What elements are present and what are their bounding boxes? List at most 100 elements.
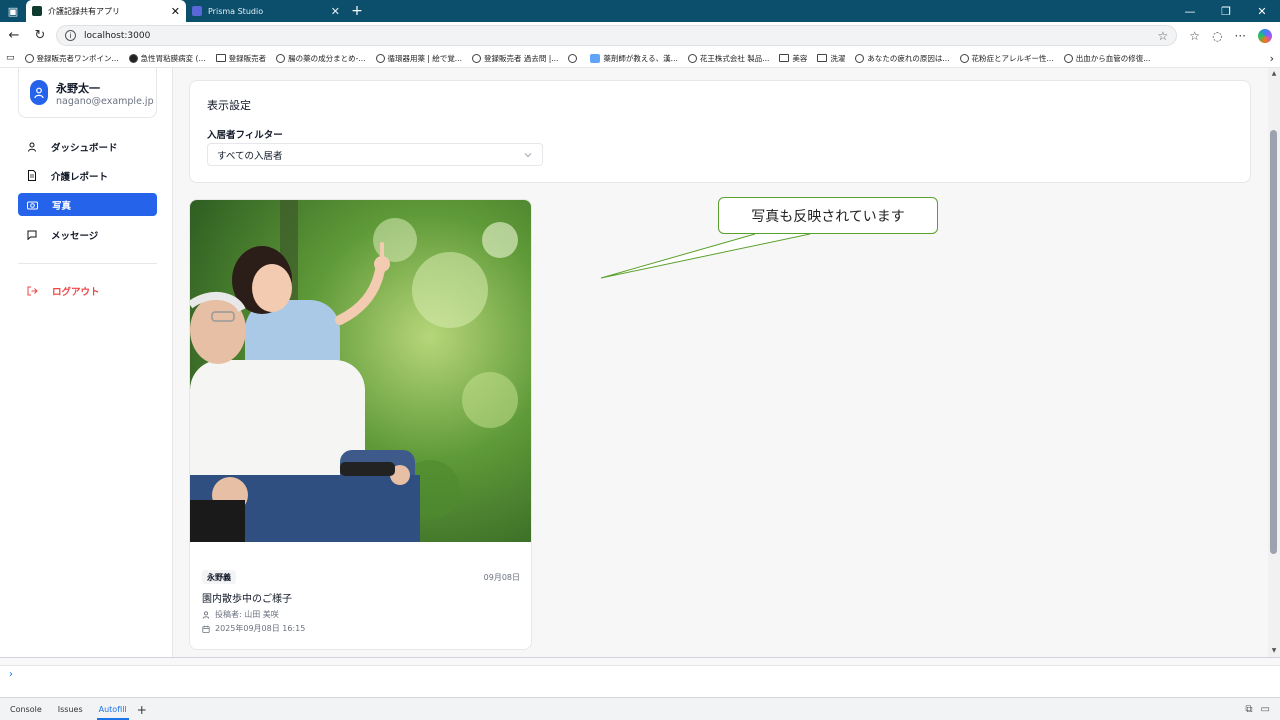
tab-console[interactable]: Console — [4, 698, 48, 720]
scroll-up-icon[interactable]: ▲ — [1268, 68, 1280, 80]
sidebar-item-label: ダッシュボード — [51, 142, 118, 154]
bookmark-label: 美容 — [792, 53, 808, 63]
bookmark-item[interactable]: 出血から血管の修復... — [1063, 53, 1151, 64]
folder-icon — [215, 54, 226, 62]
globe-icon — [24, 53, 34, 63]
main-content: 表示設定 入居者フィルター すべての入居者 永野義 09月08日 園内散歩中のご… — [173, 68, 1268, 657]
back-icon[interactable]: ← — [4, 28, 24, 43]
bookmark-item[interactable]: 腸の薬の成分まとめ-... — [276, 53, 366, 64]
globe-icon — [375, 53, 385, 63]
timestamp-info: 2025年09月08日 16:15 — [202, 623, 305, 634]
sidebar-item-care-report[interactable]: 介護レポート — [18, 164, 157, 187]
bookmark-item[interactable]: あなたの疲れの原因は... — [855, 53, 950, 64]
user-icon — [202, 610, 210, 619]
photo-title: 園内散歩中のご様子 — [202, 594, 292, 605]
reload-icon[interactable]: ↻ — [30, 28, 50, 43]
bookmark-item[interactable] — [568, 53, 580, 63]
reading-list-icon[interactable]: ▭ — [6, 53, 15, 63]
devtools-drawer-tabs: Console Issues Autofill + ⧉ ▭ — [0, 697, 1280, 720]
globe-icon — [568, 53, 578, 63]
bookmark-item[interactable]: 循環器用薬 | 絵で覚... — [375, 53, 462, 64]
sidebar: 永野太一 nagano@example.jp ダッシュボード 介護レポート 写真… — [0, 68, 173, 657]
add-tab-icon[interactable]: + — [137, 703, 147, 717]
address-bar: ← ↻ i localhost:3000 ☆ ☆ ◌ ··· — [0, 22, 1280, 49]
logout-label: ログアウト — [52, 286, 100, 298]
photo-card[interactable]: 永野義 09月08日 園内散歩中のご様子 投稿者: 山田 美咲 2025年09月… — [189, 199, 532, 650]
bookmark-item[interactable]: 花王株式会社 製品... — [687, 53, 769, 64]
app-favicon-icon — [32, 6, 42, 16]
bookmark-folder[interactable]: 登録販売者 — [215, 53, 266, 64]
browser-tab-prisma[interactable]: Prisma Studio ✕ — [186, 0, 346, 22]
extension-icon[interactable]: ◌ — [1212, 29, 1222, 43]
browser-tab-active[interactable]: 介護記録共有アプリ ✕ — [26, 0, 186, 22]
bookmark-label: 登録販売者ワンポイン... — [36, 53, 119, 63]
user-email: nagano@example.jp — [56, 96, 154, 107]
browser-tab-bar: ▣ 介護記録共有アプリ ✕ Prisma Studio ✕ + — ❐ ✕ — [0, 0, 1280, 22]
sidebar-item-label: 写真 — [52, 200, 72, 212]
close-drawer-icon[interactable]: ▭ — [1261, 704, 1270, 715]
logout-icon — [27, 286, 38, 295]
tab-issues[interactable]: Issues — [52, 698, 89, 720]
resident-badge: 永野義 — [202, 570, 236, 584]
tab-autofill[interactable]: Autofill — [93, 698, 133, 720]
tab-actions-icon[interactable]: ▣ — [0, 0, 26, 22]
bookmark-label: 登録販売者 過去問 |... — [483, 53, 559, 63]
close-tab-icon[interactable]: ✕ — [331, 5, 340, 18]
more-bookmarks-chevron-icon[interactable]: › — [1270, 52, 1274, 65]
bookmark-folder[interactable]: 美容 — [779, 53, 807, 64]
devtools-toolbar — [0, 658, 1280, 666]
page-scrollbar[interactable]: ▲ ▼ — [1268, 68, 1280, 657]
bookmark-label: 急性胃粘膜病変 (... — [140, 53, 206, 63]
window-controls: — ❐ ✕ — [1172, 0, 1280, 22]
bookmark-label: 薬剤師が教える、漢... — [603, 53, 678, 63]
photo-image[interactable] — [190, 200, 532, 542]
globe-icon — [1063, 53, 1073, 63]
camera-icon — [27, 201, 38, 209]
page-icon — [128, 53, 138, 63]
bookmark-item[interactable]: 薬剤師が教える、漢... — [590, 53, 678, 64]
minimize-icon[interactable]: — — [1172, 5, 1208, 18]
bookmark-item[interactable]: 登録販売者ワンポイン... — [24, 53, 119, 64]
display-settings-panel: 表示設定 入居者フィルター すべての入居者 — [189, 80, 1251, 183]
more-options-icon[interactable]: ··· — [1235, 29, 1246, 43]
console-prompt[interactable]: › — [9, 669, 13, 680]
bookmark-item[interactable]: 花粉症とアレルギー性... — [959, 53, 1054, 64]
globe-icon — [471, 53, 481, 63]
document-icon — [28, 170, 36, 181]
photo-date: 09月08日 — [483, 573, 520, 582]
avatar — [30, 80, 48, 105]
favorites-icon[interactable]: ☆ — [1189, 29, 1200, 43]
sidebar-item-photos[interactable]: 写真 — [18, 193, 157, 216]
url-text: localhost:3000 — [84, 30, 151, 41]
timestamp-text: 2025年09月08日 16:15 — [215, 624, 306, 633]
logout-button[interactable]: ログアウト — [18, 279, 157, 302]
bookmarks-bar: ▭ 登録販売者ワンポイン... 急性胃粘膜病変 (... 登録販売者 腸の薬の成… — [0, 49, 1280, 68]
favorite-star-icon[interactable]: ☆ — [1158, 29, 1169, 43]
resident-filter-label: 入居者フィルター — [207, 130, 283, 141]
bookmark-item[interactable]: 急性胃粘膜病変 (... — [128, 53, 206, 64]
dock-icon[interactable]: ⧉ — [1245, 704, 1252, 715]
bookmark-item[interactable]: 登録販売者 過去問 |... — [471, 53, 559, 64]
resident-filter-select[interactable]: すべての入居者 — [207, 143, 543, 166]
devtools-panel: › Console Issues Autofill + ⧉ ▭ — [0, 657, 1280, 720]
bookmark-folder[interactable]: 洗濯 — [817, 53, 845, 64]
copilot-icon[interactable] — [1258, 28, 1272, 43]
sidebar-item-label: 介護レポート — [51, 171, 109, 183]
sidebar-item-messages[interactable]: メッセージ — [18, 223, 157, 246]
restore-icon[interactable]: ❐ — [1208, 5, 1244, 18]
bookmark-label: 出血から血管の修復... — [1075, 53, 1151, 63]
page-viewport: 永野太一 nagano@example.jp ダッシュボード 介護レポート 写真… — [0, 68, 1268, 657]
folder-icon — [817, 54, 828, 62]
site-info-icon[interactable]: i — [65, 30, 76, 41]
close-tab-icon[interactable]: ✕ — [171, 5, 180, 18]
user-avatar-icon — [34, 87, 44, 98]
bookmark-label: 花粉症とアレルギー性... — [971, 53, 1054, 63]
scroll-down-icon[interactable]: ▼ — [1268, 645, 1280, 657]
new-tab-button[interactable]: + — [346, 0, 368, 22]
user-name: 永野太一 — [56, 82, 100, 95]
url-field[interactable]: i localhost:3000 ☆ — [56, 25, 1178, 46]
sidebar-item-dashboard[interactable]: ダッシュボード — [18, 135, 157, 158]
scrollbar-thumb[interactable] — [1270, 130, 1277, 554]
sidebar-divider — [18, 263, 157, 264]
close-window-icon[interactable]: ✕ — [1244, 5, 1280, 18]
